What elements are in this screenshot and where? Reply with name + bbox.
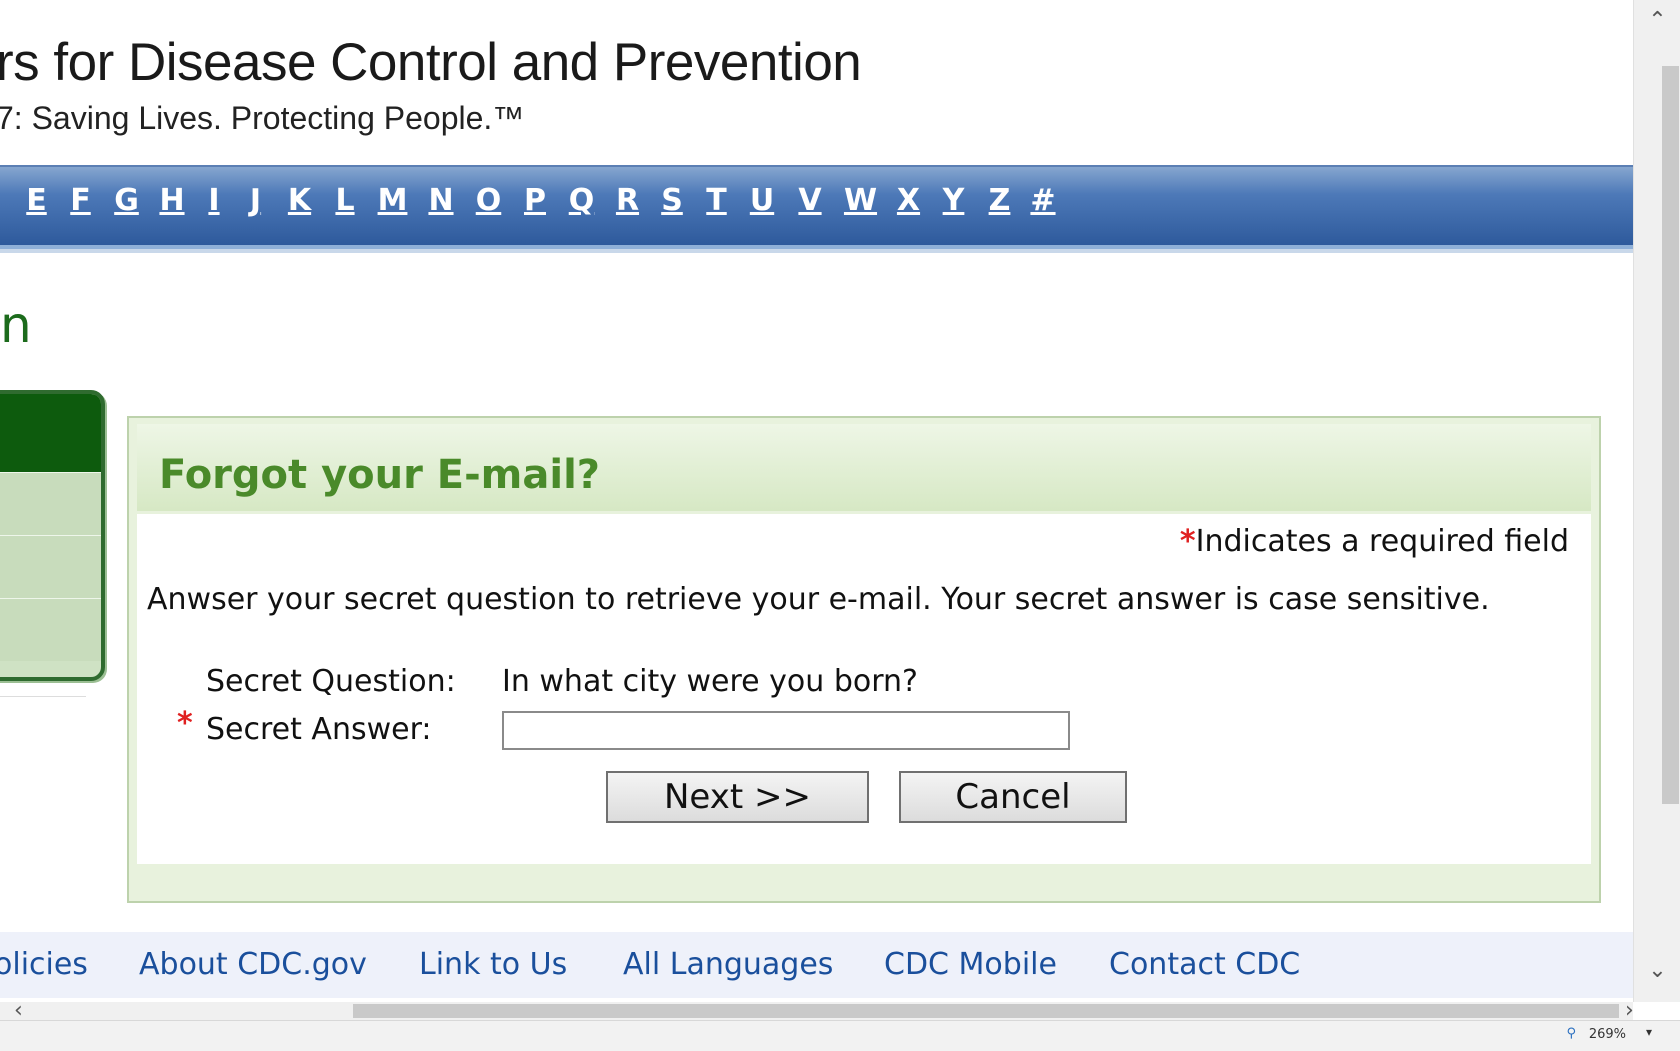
a-z-letter-list: E F G H I J K L M N O P Q R S T U V W X Y Z # (15, 183, 1063, 218)
secret-answer-label: Secret Answer: (206, 712, 432, 747)
az-item: N (417, 183, 465, 218)
az-item: X (886, 183, 931, 218)
status-bar: ⚲ 269% ▾ (0, 1020, 1680, 1051)
az-letter-link-p[interactable]: P (512, 183, 558, 218)
az-item: Z (976, 183, 1023, 218)
az-letter-link-j[interactable]: J (234, 183, 277, 218)
horizontal-scrollbar[interactable]: ‹ › (0, 998, 1634, 1023)
az-letter-link-x[interactable]: X (886, 183, 931, 218)
az-letter-link-h[interactable]: H (150, 183, 194, 218)
instructions-text: Anwser your secret question to retrieve … (147, 582, 1490, 617)
footer-link-about[interactable]: About CDC.gov (139, 947, 367, 982)
az-letter-link-hash[interactable]: # (1023, 183, 1063, 218)
az-letter-link-e[interactable]: E (15, 183, 58, 218)
az-item: F (58, 183, 103, 218)
az-item: I (194, 183, 234, 218)
az-item: R (605, 183, 650, 218)
footer-links-bar: olicies About CDC.gov Link to Us All Lan… (0, 932, 1633, 998)
zoom-level[interactable]: 269% (1589, 1027, 1626, 1042)
az-item: K (277, 183, 322, 218)
az-item: G (103, 183, 150, 218)
horizontal-scroll-thumb[interactable] (353, 1004, 1619, 1018)
cancel-button[interactable]: Cancel (899, 771, 1127, 823)
az-letter-link-z[interactable]: Z (976, 183, 1023, 218)
az-letter-link-n[interactable]: N (417, 183, 465, 218)
left-nav-item[interactable] (0, 598, 101, 661)
az-item: L (322, 183, 368, 218)
az-letter-link-v[interactable]: V (785, 183, 835, 218)
site-tagline: 7: Saving Lives. Protecting People.™ (0, 100, 525, 136)
az-item: M (368, 183, 417, 218)
footer-link-contact[interactable]: Contact CDC (1109, 947, 1300, 982)
required-note-text: Indicates a required field (1195, 524, 1569, 559)
az-item: S (650, 183, 694, 218)
site-title: rs for Disease Control and Prevention (0, 33, 862, 92)
az-item: Y (931, 183, 976, 218)
zoom-icon[interactable]: ⚲ (1566, 1026, 1576, 1041)
forgot-email-panel: Forgot your E-mail? *Indicates a require… (127, 416, 1601, 903)
az-letter-link-y[interactable]: Y (931, 183, 976, 218)
az-letter-link-s[interactable]: S (650, 183, 694, 218)
left-navigation (0, 390, 105, 681)
footer-link-cdc-mobile[interactable]: CDC Mobile (884, 947, 1057, 982)
az-item: E (15, 183, 58, 218)
az-letter-link-w[interactable]: W (835, 183, 886, 218)
az-letter-link-q[interactable]: Q (558, 183, 605, 218)
panel-header: Forgot your E-mail? (137, 424, 1591, 511)
panel-title: Forgot your E-mail? (159, 452, 600, 498)
secret-question-value: In what city were you born? (502, 664, 918, 699)
az-item: H (150, 183, 194, 218)
secret-question-label: Secret Question: (206, 664, 456, 699)
az-letter-link-m[interactable]: M (368, 183, 417, 218)
az-item: P (512, 183, 558, 218)
footer-link-all-languages[interactable]: All Languages (623, 947, 833, 982)
left-nav-item[interactable] (0, 472, 101, 535)
az-letter-link-o[interactable]: O (465, 183, 512, 218)
az-letter-link-u[interactable]: U (739, 183, 785, 218)
az-letter-link-i[interactable]: I (194, 183, 234, 218)
browser-viewport: rs for Disease Control and Prevention 7:… (0, 0, 1633, 1002)
az-item: # (1023, 183, 1063, 218)
chevron-down-icon[interactable]: ▾ (1646, 1025, 1652, 1039)
divider (0, 696, 86, 697)
az-item: Q (558, 183, 605, 218)
az-letter-link-l[interactable]: L (322, 183, 368, 218)
next-button[interactable]: Next >> (606, 771, 869, 823)
scroll-down-arrow-icon[interactable]: ⌄ (1634, 958, 1680, 988)
az-item: T (694, 183, 739, 218)
az-letter-link-r[interactable]: R (605, 183, 650, 218)
footer-link-link-to-us[interactable]: Link to Us (419, 947, 567, 982)
required-asterisk-icon: * (177, 706, 193, 741)
panel-body: *Indicates a required field Anwser your … (137, 514, 1591, 864)
vertical-scrollbar[interactable]: ⌃ ⌄ (1633, 0, 1680, 1002)
a-z-index-bar: E F G H I J K L M N O P Q R S T U V W X Y Z # (0, 165, 1633, 249)
left-nav-item[interactable] (0, 535, 101, 598)
az-item: V (785, 183, 835, 218)
az-item: J (234, 183, 277, 218)
secret-answer-input[interactable] (502, 711, 1070, 750)
az-letter-link-k[interactable]: K (277, 183, 322, 218)
footer-link-policies[interactable]: olicies (0, 947, 88, 982)
required-asterisk-icon: * (1179, 524, 1196, 559)
az-item: O (465, 183, 512, 218)
az-item: W (835, 183, 886, 218)
az-item: U (739, 183, 785, 218)
vertical-scroll-thumb[interactable] (1662, 66, 1679, 804)
az-letter-link-f[interactable]: F (58, 183, 103, 218)
scroll-up-arrow-icon[interactable]: ⌃ (1634, 8, 1680, 38)
required-field-note: *Indicates a required field (1180, 524, 1569, 559)
az-letter-link-t[interactable]: T (694, 183, 739, 218)
left-nav-header[interactable] (0, 394, 101, 472)
page-heading: n (0, 296, 32, 354)
az-letter-link-g[interactable]: G (103, 183, 150, 218)
